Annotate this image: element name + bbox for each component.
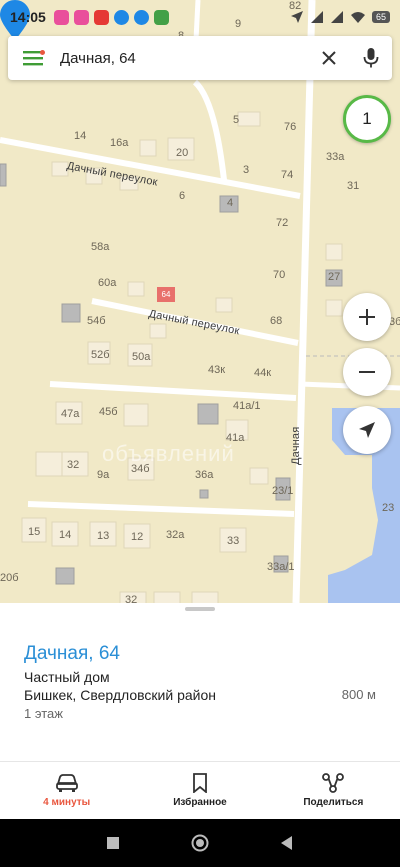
place-title[interactable]: Дачная, 64 bbox=[24, 643, 120, 665]
house-number: 15 bbox=[28, 526, 41, 538]
minus-icon bbox=[359, 371, 375, 373]
battery-level: 65 bbox=[371, 11, 390, 23]
house-number: 50а bbox=[132, 351, 151, 363]
house-number: 13 bbox=[97, 530, 110, 542]
bookmark-icon bbox=[193, 773, 207, 793]
house-number: 23 bbox=[382, 502, 395, 514]
house-number: 4 bbox=[227, 197, 234, 209]
house-number: 14 bbox=[59, 529, 72, 541]
house-number: 36а bbox=[195, 469, 214, 481]
house-number: 9а bbox=[97, 469, 110, 481]
share-label: Поделиться bbox=[303, 797, 364, 808]
clear-search-button[interactable] bbox=[308, 36, 350, 80]
house-number: 31 bbox=[347, 180, 360, 192]
house-number: 54б bbox=[87, 315, 106, 327]
house-number: 27 bbox=[328, 271, 341, 283]
house-number: 33а bbox=[326, 151, 345, 163]
share-icon bbox=[322, 773, 345, 793]
route-button[interactable]: 4 минуты bbox=[0, 762, 133, 819]
favorites-label: Избранное bbox=[173, 797, 227, 808]
house-number: 32 bbox=[67, 459, 80, 471]
house-number: 32 bbox=[125, 594, 138, 603]
house-number: 32а bbox=[166, 529, 185, 541]
search-bar[interactable]: Дачная, 64 bbox=[8, 36, 392, 80]
voice-search-button[interactable] bbox=[350, 36, 392, 80]
search-input[interactable]: Дачная, 64 bbox=[60, 50, 308, 67]
selected-house-marker: 64 bbox=[157, 287, 175, 302]
navigation-arrow-icon bbox=[359, 422, 375, 438]
wifi-icon bbox=[350, 12, 365, 23]
place-card[interactable]: Дачная, 64 Частный дом Бишкек, Свердловс… bbox=[0, 603, 400, 761]
house-number: 44к bbox=[254, 367, 272, 379]
house-number: 33а/1 bbox=[267, 561, 295, 573]
back-icon[interactable] bbox=[280, 835, 294, 851]
map-view[interactable]: 82 9 8 5 76 14 16а 20 33а 3 74 31 6 4 72… bbox=[0, 0, 400, 603]
favorites-button[interactable]: Избранное bbox=[133, 762, 266, 819]
place-actions: 4 минуты Избранное Поделиться bbox=[0, 761, 400, 819]
house-number: 52б bbox=[91, 349, 110, 361]
house-number: 6 bbox=[179, 190, 186, 202]
car-icon bbox=[55, 774, 78, 792]
microphone-icon bbox=[363, 48, 379, 68]
place-address: Бишкек, Свердловский район bbox=[24, 687, 216, 703]
map-roads bbox=[0, 0, 400, 603]
layers-count: 1 bbox=[362, 109, 372, 128]
house-number: 72 bbox=[276, 217, 289, 229]
zoom-out-button[interactable] bbox=[343, 348, 391, 396]
house-number: 12 bbox=[131, 531, 144, 543]
house-number: 70 bbox=[273, 269, 286, 281]
house-number: 68 bbox=[270, 315, 283, 327]
recents-icon[interactable] bbox=[106, 836, 120, 850]
close-icon bbox=[322, 51, 336, 65]
house-number: 33 bbox=[227, 535, 240, 547]
house-number: 20 bbox=[176, 147, 189, 159]
status-indicators: 65 bbox=[290, 10, 390, 24]
house-number: 3 bbox=[243, 164, 250, 176]
my-location-button[interactable] bbox=[343, 406, 391, 454]
house-number: 20б bbox=[0, 572, 19, 584]
house-number: 5 bbox=[233, 114, 240, 126]
place-type: Частный дом bbox=[24, 669, 110, 685]
gallery-icon bbox=[153, 9, 169, 25]
youtube-icon bbox=[93, 9, 109, 25]
plus-icon bbox=[359, 309, 375, 325]
instagram-icon bbox=[53, 9, 69, 25]
layers-button[interactable]: 1 bbox=[343, 95, 391, 143]
house-number: 45б bbox=[99, 406, 118, 418]
telegram-icon bbox=[133, 9, 149, 25]
house-number: 60а bbox=[98, 277, 117, 289]
house-number: 16а bbox=[110, 137, 129, 149]
watermark: объявлений bbox=[102, 441, 235, 466]
status-bar: 14:05 65 bbox=[0, 0, 400, 34]
hamburger-menu-icon bbox=[23, 50, 45, 66]
house-number: 23/1 bbox=[272, 485, 294, 497]
route-time-label: 4 минуты bbox=[43, 797, 91, 808]
menu-button[interactable] bbox=[8, 36, 60, 80]
house-number: 14 bbox=[74, 130, 87, 142]
street-label-main-road: Дачная bbox=[290, 426, 302, 465]
zoom-in-button[interactable] bbox=[343, 293, 391, 341]
instagram-icon bbox=[73, 9, 89, 25]
signal-icon bbox=[330, 11, 343, 23]
house-number: 74 bbox=[281, 169, 294, 181]
notification-icons bbox=[53, 9, 169, 25]
status-time: 14:05 bbox=[10, 9, 46, 25]
place-floors: 1 этаж bbox=[24, 706, 63, 721]
place-distance: 800 м bbox=[341, 687, 376, 702]
house-number: 47а bbox=[61, 408, 80, 420]
share-button[interactable]: Поделиться bbox=[267, 762, 400, 819]
house-number: 76 bbox=[284, 121, 297, 133]
system-nav-bar bbox=[0, 819, 400, 867]
house-number: 58а bbox=[91, 241, 110, 253]
signal-icon bbox=[310, 11, 323, 23]
location-arrow-icon bbox=[290, 11, 303, 23]
telegram-icon bbox=[113, 9, 129, 25]
house-number: 43к bbox=[208, 364, 226, 376]
home-icon[interactable] bbox=[191, 834, 209, 852]
house-number: 41а/1 bbox=[233, 400, 261, 412]
sheet-drag-handle[interactable] bbox=[185, 607, 215, 611]
